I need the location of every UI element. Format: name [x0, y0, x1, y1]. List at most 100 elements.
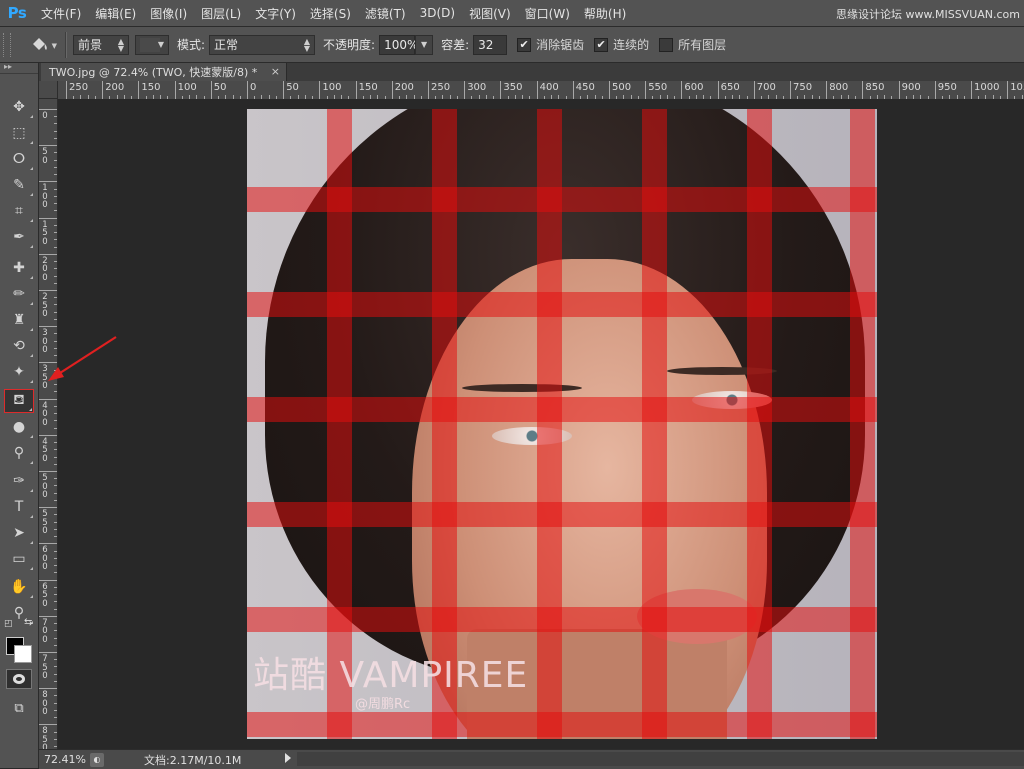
- ruler-tick: [54, 550, 57, 552]
- ruler-label: 600: [684, 82, 704, 93]
- blend-mode-select[interactable]: 正常 ▲ ▼: [209, 34, 316, 55]
- ruler-tick: [54, 746, 57, 748]
- screen-mode-button[interactable]: ⧉: [8, 699, 30, 717]
- bandage-icon: ✚: [13, 260, 25, 276]
- close-icon[interactable]: ×: [271, 65, 280, 78]
- hand-tool[interactable]: ✋: [4, 575, 34, 599]
- blur-tool[interactable]: ●: [4, 415, 34, 439]
- stamp-tool[interactable]: ♜: [4, 308, 34, 332]
- ruler-tick: [54, 340, 57, 342]
- horizontal-ruler[interactable]: 250 200 150 100 50 0 50 100 150 200 250 300 350 400 45…: [58, 81, 1024, 100]
- ruler-tick: [54, 644, 57, 646]
- status-info-icon[interactable]: ◐: [90, 752, 104, 767]
- status-bar: 72.41% ◐ 文档:2.17M/10.1M: [39, 749, 1024, 769]
- type-tool[interactable]: T: [4, 495, 34, 519]
- menu-item[interactable]: 选择(S): [303, 5, 358, 22]
- menu-item[interactable]: 文件(F): [34, 5, 88, 22]
- options-grip[interactable]: [3, 32, 11, 57]
- quick-mask-icon: [13, 674, 25, 684]
- pen-tool[interactable]: ✑: [4, 469, 34, 493]
- ruler-tick: [54, 333, 57, 335]
- menu-item[interactable]: 文字(Y): [248, 5, 303, 22]
- ruler-tick: [54, 521, 57, 523]
- menu-item[interactable]: 视图(V): [462, 5, 518, 22]
- document-tab[interactable]: TWO.jpg @ 72.4% (TWO, 快速蒙版/8) * ×: [41, 63, 287, 81]
- ruler-tick: [54, 355, 57, 357]
- ruler-origin[interactable]: [39, 81, 58, 99]
- fill-source-select[interactable]: 前景 ▲ ▼: [73, 34, 129, 55]
- antialias-option[interactable]: ✔ 消除锯齿: [517, 36, 584, 53]
- status-menu-arrow-icon[interactable]: [285, 753, 291, 763]
- ruler-tick: [54, 695, 57, 697]
- ruler-tick: [54, 130, 57, 132]
- ruler-label: 850: [865, 82, 885, 93]
- ruler-label: 600: [42, 545, 48, 573]
- eyedropper-tool[interactable]: ✒: [4, 225, 34, 249]
- ruler-tick: [54, 123, 57, 125]
- menu-item[interactable]: 帮助(H): [577, 5, 633, 22]
- tool-flyout-indicator: [30, 302, 33, 305]
- ruler-tick: [39, 145, 57, 147]
- ruler-tick: [391, 81, 393, 99]
- contiguous-checkbox[interactable]: ✔: [594, 37, 609, 52]
- ruler-tick: [717, 81, 719, 99]
- ruler-tick: [54, 369, 57, 371]
- default-colors-icon[interactable]: ◰: [4, 619, 13, 629]
- menu-item[interactable]: 3D(D): [413, 6, 462, 20]
- ruler-label: 1000: [974, 82, 1000, 93]
- menu-item[interactable]: 图像(I): [143, 5, 194, 22]
- pattern-picker[interactable]: ▼: [135, 34, 169, 55]
- panel-collapse-handle[interactable]: ▸▸: [0, 63, 38, 74]
- dodge-tool[interactable]: ⚲: [4, 441, 34, 465]
- ruler-tick: [54, 152, 57, 154]
- tool-preset-picker[interactable]: ▼: [21, 32, 59, 58]
- document-canvas[interactable]: 站酷 VAMPIREE @周鹏Rc: [247, 109, 877, 739]
- menu-item[interactable]: 窗口(W): [518, 5, 577, 22]
- swap-colors-icon[interactable]: ⇆: [24, 617, 32, 628]
- opacity-dropdown[interactable]: ▼: [415, 34, 434, 55]
- vertical-ruler[interactable]: 0 50 100 150 200 250 300 350 400 450 500 550 600 650 7…: [39, 99, 58, 749]
- opacity-field[interactable]: 100%: [379, 34, 418, 55]
- opacity-label: 不透明度:: [323, 38, 376, 52]
- all-layers-option[interactable]: 所有图层: [659, 36, 726, 53]
- screen-mode-icon: ⧉: [14, 700, 24, 716]
- menu-item[interactable]: 图层(L): [194, 5, 248, 22]
- background-color-swatch[interactable]: [14, 645, 32, 663]
- horizontal-scrollbar[interactable]: [297, 752, 1024, 766]
- ruler-tick: [39, 724, 57, 726]
- zoom-level-field[interactable]: 72.41%: [39, 753, 90, 766]
- history-brush-tool[interactable]: ⟲: [4, 334, 34, 358]
- ruler-label: 1050: [1010, 82, 1024, 93]
- shape-tool[interactable]: ▭: [4, 547, 34, 571]
- quick-mask-button[interactable]: [6, 669, 32, 689]
- menu-item[interactable]: 滤镜(T): [358, 5, 413, 22]
- quick-select-tool[interactable]: ✎: [4, 173, 34, 197]
- ruler-tick: [54, 311, 57, 313]
- paint-bucket-tool[interactable]: ⛾: [4, 389, 34, 413]
- brush-tool[interactable]: ✏: [4, 282, 34, 306]
- tolerance-field[interactable]: 32: [473, 34, 508, 55]
- ruler-tick: [247, 81, 248, 99]
- path-select-tool[interactable]: ➤: [4, 521, 34, 545]
- ruler-label: 750: [793, 82, 813, 93]
- eraser-tool[interactable]: ✦: [4, 360, 34, 384]
- ruler-label: 350: [503, 82, 523, 93]
- stamp-icon: ♜: [12, 312, 26, 328]
- contiguous-option[interactable]: ✔ 连续的: [594, 36, 649, 53]
- menu-item[interactable]: 编辑(E): [88, 5, 143, 22]
- ruler-tick: [54, 261, 57, 263]
- lasso-tool[interactable]: ⵔ: [4, 147, 34, 171]
- ruler-tick: [66, 81, 67, 99]
- all-layers-checkbox[interactable]: [659, 37, 674, 52]
- ruler-tick: [319, 81, 321, 99]
- ruler-tick: [54, 738, 57, 740]
- marquee-tool[interactable]: ⬚: [4, 121, 34, 145]
- antialias-checkbox[interactable]: ✔: [517, 37, 532, 52]
- ruler-label: 200: [42, 255, 48, 283]
- crop-tool[interactable]: ⌗: [4, 199, 34, 223]
- ruler-tick: [645, 81, 647, 99]
- ruler-tick: [39, 253, 57, 255]
- ruler-tick: [54, 673, 57, 675]
- healing-tool[interactable]: ✚: [4, 256, 34, 280]
- move-tool[interactable]: ✥: [4, 95, 34, 119]
